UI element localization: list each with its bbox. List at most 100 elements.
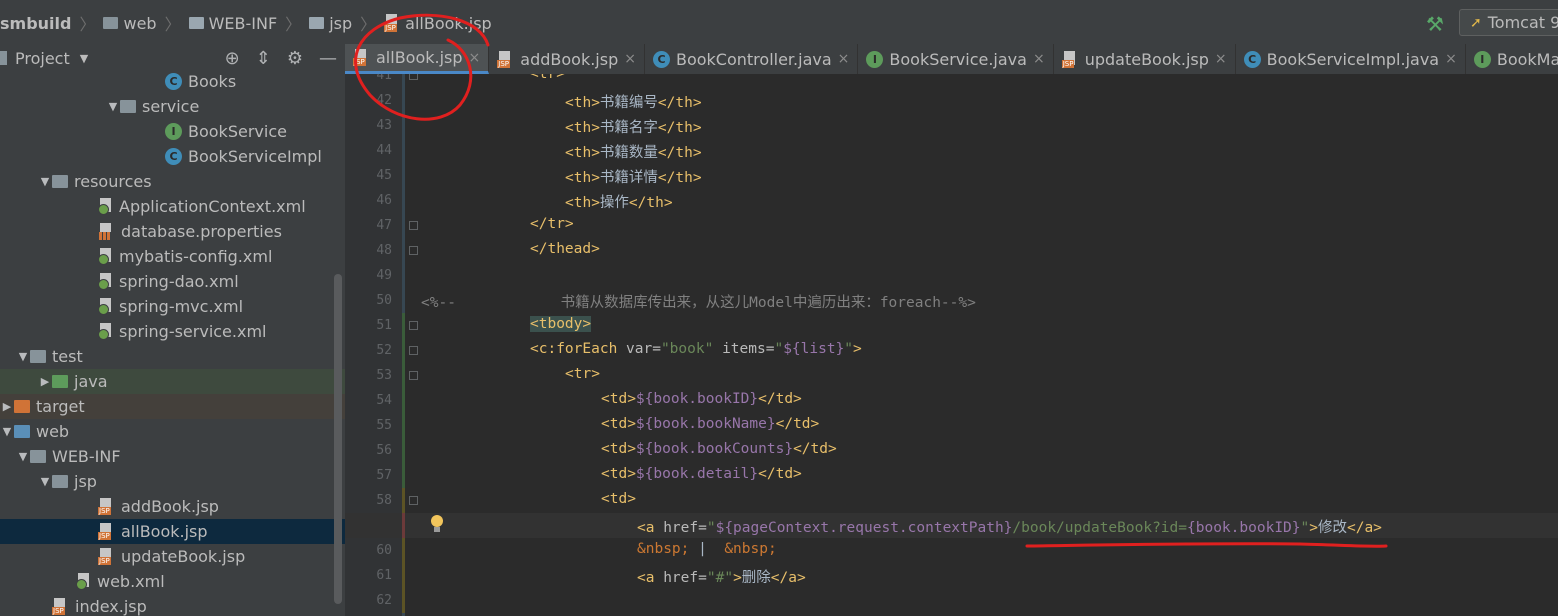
tree-item-label: addBook.jsp <box>121 497 219 516</box>
tree-item-web[interactable]: ▼ web <box>0 419 345 444</box>
code-token: var= <box>626 341 661 357</box>
breadcrumb-item-allbook[interactable]: allBook.jsp <box>384 14 492 33</box>
run-configuration-selector[interactable]: ➚ Tomcat 9 <box>1459 9 1558 36</box>
tree-item-mybatis-config-xml[interactable]: mybatis-config.xml <box>0 244 345 269</box>
tree-item-bookservice[interactable]: BookService <box>0 119 345 144</box>
code-area[interactable]: <tr> <th>书籍编号</th> <th>书籍名字</th> <th>书籍数量</… <box>345 74 1558 616</box>
collapsed-arrow-icon[interactable]: ▶ <box>0 400 14 413</box>
tree-item-target[interactable]: ▶ target <box>0 394 345 419</box>
code-line[interactable]: &nbsp; | &nbsp; <box>345 538 1558 563</box>
tree-item-applicationcontext-xml[interactable]: ApplicationContext.xml <box>0 194 345 219</box>
tree-item-allbook-jsp[interactable]: allBook.jsp <box>0 519 345 544</box>
project-view-icon <box>0 51 7 65</box>
tab-updatebook-jsp[interactable]: updateBook.jsp × <box>1054 44 1236 74</box>
code-line[interactable]: <tr> <box>345 363 1558 388</box>
build-hammer-icon[interactable]: ⚒ <box>1426 12 1444 36</box>
tree-item-spring-service-xml[interactable]: spring-service.xml <box>0 319 345 344</box>
code-line[interactable]: <c:forEach var="book" items="${list}"> <box>345 338 1558 363</box>
gear-icon[interactable]: ⚙ <box>287 48 303 69</box>
code-line[interactable]: <th>书籍数量</th> <box>345 138 1558 163</box>
tree-item-books[interactable]: Books <box>0 69 345 94</box>
close-icon[interactable]: × <box>838 51 850 67</box>
tab-addbook-jsp[interactable]: addBook.jsp × <box>489 44 645 74</box>
code-line[interactable]: </tr> <box>345 213 1558 238</box>
tree-item-updatebook-jsp[interactable]: updateBook.jsp <box>0 544 345 569</box>
code-line[interactable]: <th>书籍详情</th> <box>345 163 1558 188</box>
tree-item-jsp[interactable]: ▼ jsp <box>0 469 345 494</box>
code-line[interactable] <box>345 263 1558 288</box>
code-line[interactable]: <tbody> <box>345 313 1558 338</box>
code-line[interactable]: <td>${book.detail}</td> <box>345 463 1558 488</box>
expanded-arrow-icon[interactable]: ▼ <box>16 450 30 463</box>
tree-item-bookserviceimpl[interactable]: BookServiceImpl <box>0 144 345 169</box>
code-line[interactable]: <a href="${pageContext.request.contextPa… <box>345 513 1558 538</box>
close-icon[interactable]: × <box>469 50 481 66</box>
tree-item-service[interactable]: ▼ service <box>0 94 345 119</box>
fold-marker-icon[interactable] <box>409 371 418 380</box>
close-icon[interactable]: × <box>1215 51 1227 67</box>
code-line[interactable]: <th>书籍名字</th> <box>345 113 1558 138</box>
code-line[interactable]: <td> <box>345 488 1558 513</box>
collapse-all-icon[interactable]: ⇕ <box>256 48 271 69</box>
code-line[interactable]: <td>${book.bookCounts}</td> <box>345 438 1558 463</box>
chevron-down-icon[interactable]: ▼ <box>80 52 88 65</box>
tree-item-index-jsp[interactable]: index.jsp <box>0 594 345 616</box>
tree-item-addbook-jsp[interactable]: addBook.jsp <box>0 494 345 519</box>
locate-file-icon[interactable]: ⊕ <box>225 48 240 69</box>
code-token: > <box>1309 520 1318 536</box>
project-tree-scrollbar[interactable] <box>334 274 342 604</box>
fold-marker-icon[interactable] <box>409 74 418 80</box>
code-line[interactable]: <a href="#">删除</a> <box>345 563 1558 588</box>
tree-item-resources[interactable]: ▼ resources <box>0 169 345 194</box>
code-line[interactable] <box>345 588 1558 613</box>
code-token: </a> <box>1346 520 1382 536</box>
tree-item-java[interactable]: ▶ java <box>0 369 345 394</box>
close-icon[interactable]: × <box>1033 51 1045 67</box>
code-line-text: <tr> <box>530 74 565 82</box>
breadcrumb-item-web[interactable]: web <box>103 14 157 33</box>
code-line[interactable]: <td>${book.bookID}</td> <box>345 388 1558 413</box>
code-line[interactable]: <%-- 书籍从数据库传出来，从这儿Model中遍历出来：foreach--%> <box>345 288 1558 313</box>
code-line[interactable]: <th>书籍编号</th> <box>345 88 1558 113</box>
fold-marker-icon[interactable] <box>409 321 418 330</box>
code-line[interactable]: <tr> <box>345 74 1558 88</box>
breadcrumb-item-project[interactable]: smbuild <box>0 14 71 33</box>
expanded-arrow-icon[interactable]: ▼ <box>38 475 52 488</box>
tree-item-database-properties[interactable]: database.properties <box>0 219 345 244</box>
tree-item-test[interactable]: ▼ test <box>0 344 345 369</box>
close-icon[interactable]: × <box>1445 51 1457 67</box>
tab-bookmapper-j[interactable]: BookMapper.j <box>1466 44 1558 74</box>
expanded-arrow-icon[interactable]: ▼ <box>106 100 120 113</box>
fold-marker-icon[interactable] <box>409 246 418 255</box>
fold-marker-icon[interactable] <box>409 496 418 505</box>
tree-item-web-inf[interactable]: ▼ WEB-INF <box>0 444 345 469</box>
tree-item-spring-dao-xml[interactable]: spring-dao.xml <box>0 269 345 294</box>
code-editor[interactable]: 4142434445464748495051525354555657585960… <box>345 74 1558 616</box>
fold-marker-icon[interactable] <box>409 221 418 230</box>
collapsed-arrow-icon[interactable]: ▶ <box>38 375 52 388</box>
expanded-arrow-icon[interactable]: ▼ <box>0 425 14 438</box>
code-token: href= <box>663 570 707 586</box>
code-line-text: <th>书籍名字</th> <box>565 116 702 137</box>
lightbulb-intention-icon[interactable] <box>430 515 444 533</box>
code-line[interactable]: <td>${book.bookName}</td> <box>345 413 1558 438</box>
tree-item-web-xml[interactable]: web.xml <box>0 569 345 594</box>
breadcrumb-item-web-inf[interactable]: WEB-INF <box>188 14 277 33</box>
tree-item-label: java <box>74 372 108 391</box>
hide-panel-icon[interactable]: — <box>319 48 337 69</box>
tab-bookserviceimpl-java[interactable]: BookServiceImpl.java × <box>1236 44 1466 74</box>
tab-bookcontroller-java[interactable]: BookController.java × <box>645 44 859 74</box>
breadcrumb-item-jsp[interactable]: jsp <box>309 14 352 33</box>
code-line[interactable]: </thead> <box>345 238 1558 263</box>
code-line[interactable]: <th>操作</th> <box>345 188 1558 213</box>
tree-item-label: index.jsp <box>75 597 147 616</box>
expanded-arrow-icon[interactable]: ▼ <box>38 175 52 188</box>
code-line-text: <th>操作</th> <box>565 191 673 212</box>
tab-bookservice-java[interactable]: BookService.java × <box>858 44 1054 74</box>
expanded-arrow-icon[interactable]: ▼ <box>16 350 30 363</box>
fold-marker-icon[interactable] <box>409 346 418 355</box>
tree-item-spring-mvc-xml[interactable]: spring-mvc.xml <box>0 294 345 319</box>
close-icon[interactable]: × <box>624 51 636 67</box>
tab-allbook-jsp[interactable]: allBook.jsp × <box>345 44 490 74</box>
project-panel-title[interactable]: Project <box>15 49 70 68</box>
